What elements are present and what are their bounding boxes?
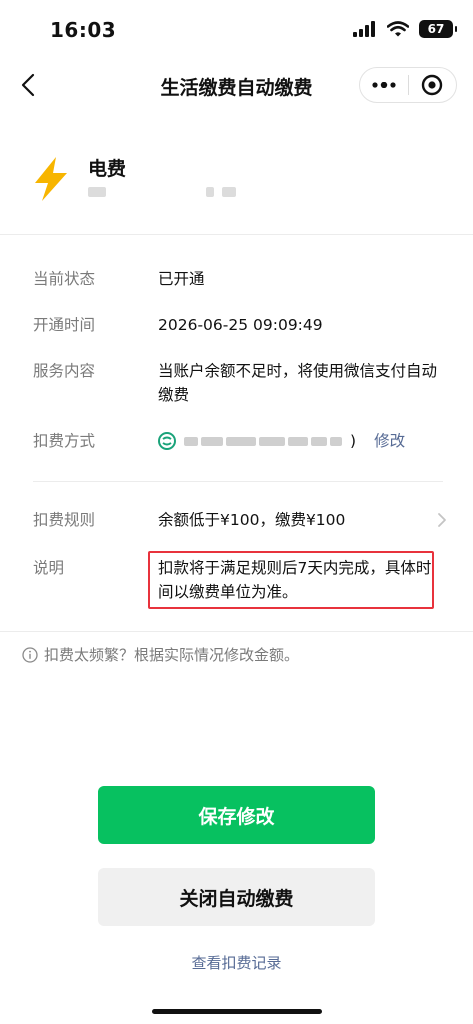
more-button[interactable] bbox=[360, 68, 408, 102]
info-icon bbox=[22, 646, 38, 663]
battery-level: 67 bbox=[427, 22, 445, 36]
close-mini-program-button[interactable] bbox=[409, 68, 457, 102]
mask-blob bbox=[88, 187, 106, 197]
mini-program-capsule bbox=[359, 67, 457, 103]
masked-account-number bbox=[88, 187, 236, 197]
service-header: 电费 bbox=[30, 150, 473, 210]
row-value: 2026-06-25 09:09:49 bbox=[158, 316, 323, 334]
save-button[interactable]: 保存修改 bbox=[98, 786, 375, 844]
lightning-icon bbox=[35, 157, 67, 201]
row-value: 当账户余额不足时，将使用微信支付自动缴费 bbox=[158, 362, 438, 404]
battery-icon: 67 bbox=[419, 20, 457, 38]
tip-text: 扣费太频繁？根据实际情况修改金额。 bbox=[44, 646, 300, 664]
target-circle-icon bbox=[422, 74, 443, 96]
row-label: 开通时间 bbox=[33, 316, 96, 334]
cellular-signal-icon bbox=[353, 21, 375, 37]
tip: 扣费太频繁？根据实际情况修改金额。 bbox=[22, 644, 299, 665]
home-indicator bbox=[152, 1009, 322, 1014]
annotation-highlight-box bbox=[148, 551, 434, 609]
mask-blob bbox=[222, 187, 236, 197]
row-label: 扣费规则 bbox=[33, 511, 96, 529]
row-value: 已开通 bbox=[158, 270, 205, 288]
row-label: 服务内容 bbox=[33, 362, 96, 380]
wifi-icon bbox=[387, 21, 409, 37]
pay-method-value: ) 修改 bbox=[158, 429, 443, 453]
bank-logo-icon bbox=[158, 432, 176, 450]
chevron-right-icon bbox=[438, 513, 446, 527]
view-records-link[interactable]: 查看扣费记录 bbox=[0, 952, 473, 973]
more-dots-icon bbox=[372, 82, 396, 88]
section-divider bbox=[33, 481, 443, 482]
status-time: 16:03 bbox=[50, 18, 117, 42]
row-label: 扣费方式 bbox=[33, 432, 96, 450]
service-name: 电费 bbox=[88, 158, 127, 180]
mask-blob bbox=[206, 187, 214, 197]
masked-card-suffix: ) bbox=[350, 432, 357, 450]
row-label: 说明 bbox=[33, 559, 65, 577]
row-label: 当前状态 bbox=[33, 270, 96, 288]
row-value: 余额低于¥100，缴费¥100 bbox=[158, 511, 346, 529]
page: 16:03 67 生活缴费自动缴费 电费 当前状态 已开通 开通时间 2026-… bbox=[0, 0, 473, 1024]
edit-pay-method-link[interactable]: 修改 bbox=[374, 429, 405, 453]
nav-bar: 生活缴费自动缴费 bbox=[0, 60, 473, 110]
status-icons: 67 bbox=[353, 20, 457, 38]
masked-card-name bbox=[184, 436, 342, 446]
row-service-content: 服务内容 当账户余额不足时，将使用微信支付自动缴费 bbox=[33, 359, 443, 407]
status-bar: 16:03 67 bbox=[0, 0, 473, 60]
section-divider bbox=[0, 631, 473, 632]
close-auto-pay-button[interactable]: 关闭自动缴费 bbox=[98, 868, 375, 926]
section-divider bbox=[0, 234, 473, 235]
